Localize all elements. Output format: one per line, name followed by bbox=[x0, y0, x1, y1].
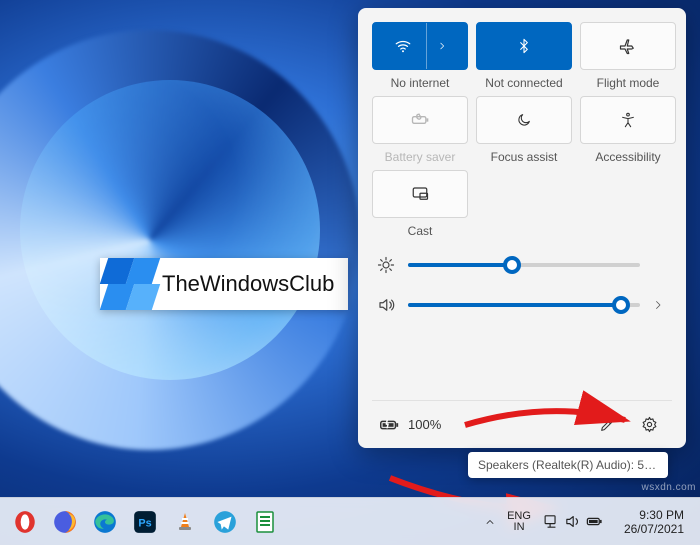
cast-icon bbox=[411, 185, 429, 203]
volume-slider-row bbox=[376, 296, 668, 314]
taskbar-clock[interactable]: 9:30 PM 26/07/2021 bbox=[616, 508, 692, 536]
tile-focus-assist: Focus assist bbox=[476, 96, 572, 164]
accessibility-icon bbox=[620, 112, 636, 128]
airplane-icon bbox=[619, 37, 637, 55]
brightness-icon bbox=[376, 256, 396, 274]
battery-saver-icon bbox=[410, 110, 430, 130]
watermark-text: TheWindowsClub bbox=[152, 271, 348, 297]
battery-saver-toggle-button[interactable] bbox=[372, 96, 468, 144]
wifi-icon bbox=[394, 37, 412, 55]
tile-wifi: No internet bbox=[372, 22, 468, 90]
volume-tooltip: Speakers (Realtek(R) Audio): 50% bbox=[468, 452, 668, 478]
taskbar-app-photoshop[interactable]: Ps bbox=[128, 505, 162, 539]
flight-mode-toggle-button[interactable] bbox=[580, 22, 676, 70]
taskbar-app-telegram[interactable] bbox=[208, 505, 242, 539]
bluetooth-label: Not connected bbox=[485, 76, 562, 90]
wifi-expand-button[interactable] bbox=[426, 23, 447, 69]
battery-saver-label: Battery saver bbox=[385, 150, 456, 164]
cast-label: Cast bbox=[408, 224, 433, 238]
taskbar-app-vlc[interactable] bbox=[168, 505, 202, 539]
tile-battery-saver: Battery saver bbox=[372, 96, 468, 164]
svg-text:Ps: Ps bbox=[138, 517, 151, 529]
network-icon bbox=[543, 513, 560, 530]
watermark-logo-icon bbox=[100, 258, 152, 310]
volume-slider[interactable] bbox=[408, 303, 640, 307]
tile-bluetooth: Not connected bbox=[476, 22, 572, 90]
moon-icon bbox=[516, 112, 532, 128]
bluetooth-icon bbox=[516, 38, 532, 54]
taskbar: Ps ENG IN 9:30 PM 26/07/2021 bbox=[0, 497, 700, 545]
focus-assist-label: Focus assist bbox=[491, 150, 558, 164]
wifi-label: No internet bbox=[391, 76, 450, 90]
tile-accessibility: Accessibility bbox=[580, 96, 676, 164]
desktop: TheWindowsClub No internet bbox=[0, 0, 700, 545]
brightness-slider-row bbox=[376, 256, 668, 274]
panel-footer: 100% bbox=[372, 400, 672, 448]
battery-icon bbox=[378, 414, 400, 436]
taskbar-app-libreoffice[interactable] bbox=[248, 505, 282, 539]
sliders-section bbox=[372, 256, 672, 314]
quick-settings-panel: No internet Not connected Flight mode bbox=[358, 8, 686, 448]
gear-icon bbox=[641, 416, 658, 433]
tray-language-button[interactable]: ENG IN bbox=[507, 505, 531, 539]
volume-icon bbox=[564, 513, 581, 530]
flight-mode-label: Flight mode bbox=[597, 76, 660, 90]
clock-time: 9:30 PM bbox=[624, 508, 684, 522]
wifi-toggle-button[interactable] bbox=[372, 22, 468, 70]
tile-cast: Cast bbox=[372, 170, 468, 238]
taskbar-app-firefox[interactable] bbox=[48, 505, 82, 539]
watermark-thewindowsclub: TheWindowsClub bbox=[100, 258, 348, 310]
accessibility-label: Accessibility bbox=[595, 150, 660, 164]
clock-date: 26/07/2021 bbox=[624, 522, 684, 536]
taskbar-app-opera[interactable] bbox=[8, 505, 42, 539]
cast-toggle-button[interactable] bbox=[372, 170, 468, 218]
focus-assist-toggle-button[interactable] bbox=[476, 96, 572, 144]
speaker-icon bbox=[376, 296, 396, 314]
battery-tray-icon bbox=[585, 512, 604, 531]
volume-expand-button[interactable] bbox=[652, 299, 668, 311]
tray-quick-settings-button[interactable] bbox=[537, 503, 610, 541]
accessibility-toggle-button[interactable] bbox=[580, 96, 676, 144]
tray-language-text: ENG IN bbox=[507, 511, 531, 533]
brightness-slider[interactable] bbox=[408, 263, 640, 267]
credit-text: wsxdn.com bbox=[641, 482, 696, 493]
open-settings-button[interactable] bbox=[632, 408, 666, 442]
pencil-icon bbox=[599, 417, 615, 433]
battery-percent-text: 100% bbox=[408, 417, 441, 432]
taskbar-app-edge[interactable] bbox=[88, 505, 122, 539]
quick-settings-tiles: No internet Not connected Flight mode bbox=[372, 22, 672, 238]
tray-overflow-button[interactable] bbox=[479, 505, 501, 539]
tile-flight-mode: Flight mode bbox=[580, 22, 676, 90]
bluetooth-toggle-button[interactable] bbox=[476, 22, 572, 70]
edit-quick-settings-button[interactable] bbox=[590, 408, 624, 442]
system-tray: ENG IN 9:30 PM 26/07/2021 bbox=[479, 503, 692, 541]
